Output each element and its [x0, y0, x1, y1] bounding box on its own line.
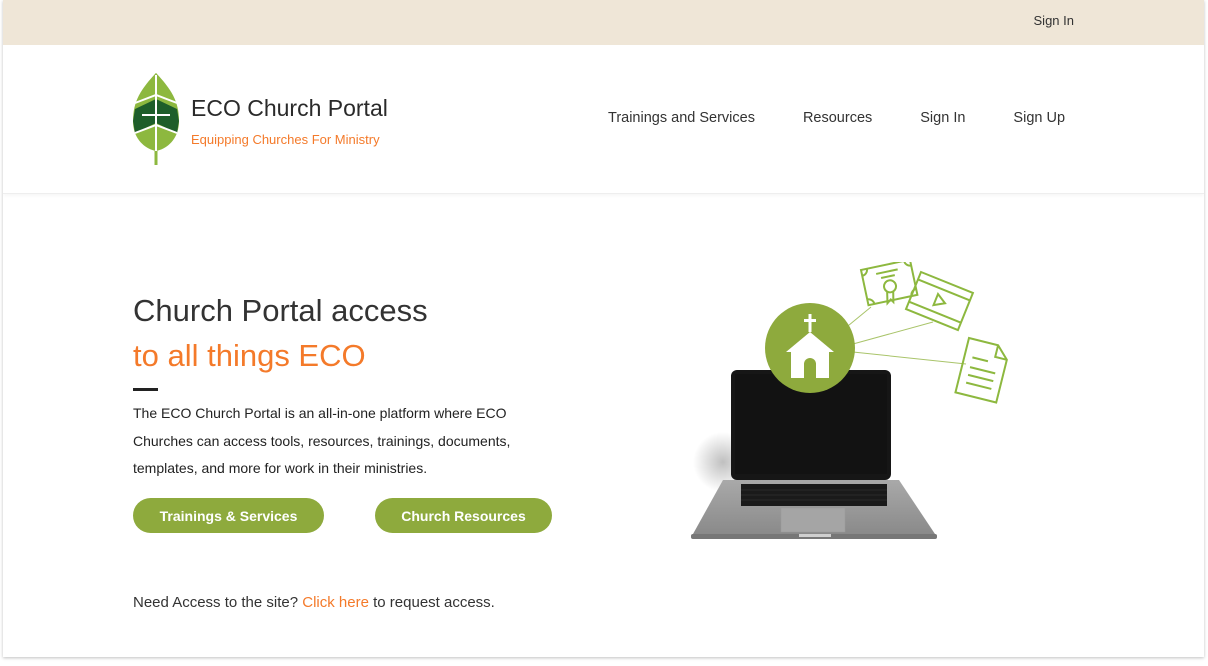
access-prefix: Need Access to the site? — [133, 594, 303, 611]
laptop-image — [691, 370, 937, 539]
document-icon — [954, 336, 1008, 404]
connector-lines — [842, 306, 967, 365]
nav-resources[interactable]: Resources — [803, 110, 872, 126]
site-logo[interactable]: ECO Church Portal Equipping Churches For… — [131, 71, 401, 167]
topbar-sign-in-link[interactable]: Sign In — [1034, 13, 1074, 28]
nav-trainings-and-services[interactable]: Trainings and Services — [608, 110, 755, 126]
hero-description: The ECO Church Portal is an all-in-one p… — [133, 405, 511, 476]
hero-subheading: to all things ECO — [133, 338, 366, 373]
nav-sign-up[interactable]: Sign Up — [1013, 110, 1065, 126]
access-suffix: to request access. — [368, 594, 495, 611]
click-here-link[interactable]: Click here — [302, 594, 369, 611]
page-window: Sign In ECO Church Portal Equipping Chur… — [3, 0, 1204, 657]
top-bar: Sign In — [3, 0, 1204, 45]
church-resources-button[interactable]: Church Resources — [375, 498, 552, 533]
site-title: ECO Church Portal — [191, 95, 388, 121]
access-request-text: Need Access to the site? Click here to r… — [133, 594, 495, 611]
hero-heading: Church Portal access — [133, 293, 428, 328]
video-icon — [904, 270, 975, 332]
leaf-cross-logo-icon — [133, 73, 179, 165]
site-tagline: Equipping Churches For Ministry — [191, 132, 380, 147]
main-nav: Trainings and Services Resources Sign In… — [608, 110, 1065, 126]
site-header: ECO Church Portal Equipping Churches For… — [3, 45, 1204, 194]
church-icon — [765, 303, 855, 393]
nav-sign-in[interactable]: Sign In — [920, 110, 965, 126]
heading-divider — [133, 388, 158, 391]
trainings-services-button[interactable]: Trainings & Services — [133, 498, 324, 533]
portal-illustration — [691, 262, 1008, 539]
